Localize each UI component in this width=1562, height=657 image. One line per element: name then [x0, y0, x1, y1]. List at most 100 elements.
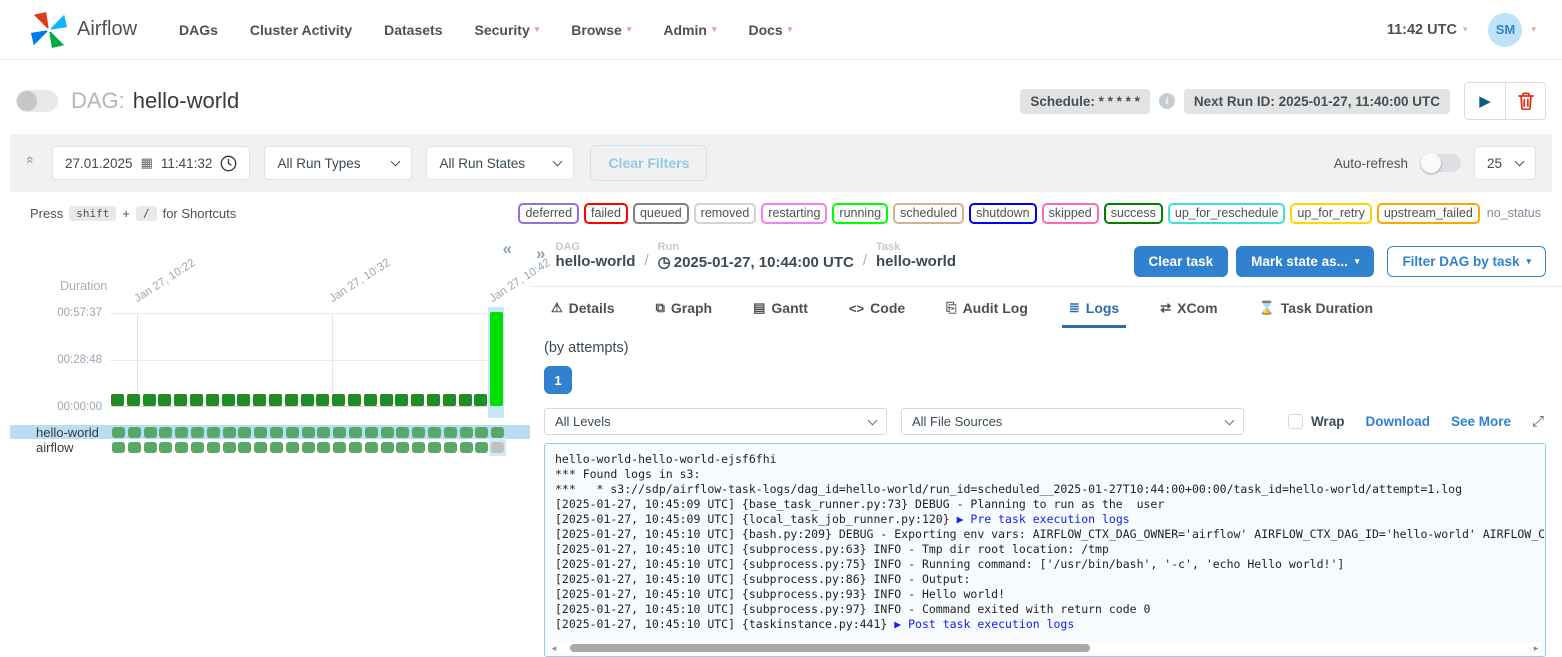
task-instance-cell-success[interactable] [238, 442, 251, 453]
task-instance-cell-success[interactable] [302, 427, 315, 438]
dag-run-bar[interactable] [459, 394, 472, 406]
task-instance-cell-success[interactable] [128, 427, 141, 438]
tab-audit-log[interactable]: ⎘Audit Log [939, 287, 1035, 328]
task-instance-cell-success[interactable] [428, 442, 441, 453]
dag-run-bar[interactable] [395, 394, 408, 406]
task-instance-cell-success[interactable] [460, 442, 473, 453]
task-instance-cell-success[interactable] [444, 442, 457, 453]
breadcrumb-task[interactable]: Task hello-world [876, 241, 956, 271]
task-row-airflow[interactable]: airflow [10, 440, 530, 454]
task-instance-cell-none[interactable] [491, 442, 504, 453]
task-instance-cell-success[interactable] [223, 442, 236, 453]
task-instance-cell-success[interactable] [333, 427, 346, 438]
task-instance-cell-success[interactable] [286, 442, 299, 453]
fullscreen-icon[interactable]: ⤢ [1532, 413, 1544, 430]
collapse-grid-icon[interactable]: « [503, 239, 512, 259]
dag-run-bar[interactable] [474, 394, 487, 406]
page-size-select[interactable]: 25 [1474, 146, 1536, 180]
tab-details[interactable]: ⚠Details [544, 287, 622, 328]
task-instance-cell-success[interactable] [349, 442, 362, 453]
task-instance-cell-success[interactable] [475, 442, 488, 453]
avatar[interactable]: SM [1488, 13, 1522, 47]
dag-run-bar[interactable] [174, 394, 187, 406]
dag-run-bar[interactable] [237, 394, 250, 406]
task-instance-cell-success[interactable] [175, 427, 188, 438]
task-instance-cell-success[interactable] [317, 427, 330, 438]
dag-run-bar[interactable] [143, 394, 156, 406]
scroll-left-icon[interactable]: ◂ [548, 643, 560, 654]
run-states-select[interactable]: All Run States [426, 146, 574, 180]
task-instance-cell-success[interactable] [254, 427, 267, 438]
task-instance-cell-success[interactable] [159, 427, 172, 438]
tab-logs[interactable]: ≣Logs [1062, 287, 1126, 328]
task-instance-cell-success[interactable] [317, 442, 330, 453]
task-row-hello-world[interactable]: hello-world [10, 425, 530, 439]
dag-run-bar[interactable] [253, 394, 266, 406]
nav-item-admin[interactable]: Admin▾ [663, 22, 716, 38]
info-icon[interactable]: i [1159, 93, 1175, 109]
log-levels-select[interactable]: All Levels [544, 408, 887, 435]
dag-run-bar[interactable] [364, 394, 377, 406]
auto-refresh-toggle[interactable] [1421, 154, 1461, 172]
delete-dag-button[interactable] [1505, 83, 1545, 119]
task-instance-cell-success[interactable] [302, 442, 315, 453]
run-types-select[interactable]: All Run Types [264, 146, 412, 180]
task-instance-cell-success[interactable] [270, 427, 283, 438]
task-instance-cell-success[interactable] [144, 442, 157, 453]
task-instance-cell-success[interactable] [191, 442, 204, 453]
task-instance-cell-success[interactable] [254, 442, 267, 453]
task-instance-cell-success[interactable] [333, 442, 346, 453]
log-group-link[interactable]: ▶ Pre task execution logs [957, 512, 1130, 526]
dag-run-bar[interactable] [443, 394, 456, 406]
task-instance-cell-success[interactable] [112, 442, 125, 453]
dag-run-bar[interactable] [316, 394, 329, 406]
clear-task-button[interactable]: Clear task [1134, 246, 1229, 277]
download-link[interactable]: Download [1365, 414, 1430, 429]
task-instance-cell-success[interactable] [460, 427, 473, 438]
tab-xcom[interactable]: ⇄XCom [1153, 287, 1224, 328]
task-instance-cell-success[interactable] [144, 427, 157, 438]
task-instance-cell-success[interactable] [412, 427, 425, 438]
dag-run-bar[interactable] [190, 394, 203, 406]
dag-run-bar[interactable] [301, 394, 314, 406]
task-instance-cell-success[interactable] [365, 442, 378, 453]
task-instance-cell-success[interactable] [412, 442, 425, 453]
dag-pause-toggle[interactable] [16, 90, 58, 112]
task-instance-cell-success[interactable] [475, 427, 488, 438]
see-more-link[interactable]: See More [1451, 414, 1511, 429]
task-instance-cell-success[interactable] [191, 427, 204, 438]
dag-run-bar[interactable] [269, 394, 282, 406]
task-instance-cell-success[interactable] [175, 442, 188, 453]
filter-dag-by-task-button[interactable]: Filter DAG by task▾ [1387, 246, 1546, 277]
task-instance-cell-success[interactable] [223, 427, 236, 438]
dag-run-bar[interactable] [490, 312, 503, 406]
mark-state-button[interactable]: Mark state as...▾ [1236, 246, 1374, 277]
scroll-right-icon[interactable]: ▸ [1530, 643, 1542, 654]
task-instance-cell-success[interactable] [396, 442, 409, 453]
task-instance-cell-success[interactable] [365, 427, 378, 438]
dag-run-bar[interactable] [332, 394, 345, 406]
breadcrumb-run[interactable]: Run ◷2025-01-27, 10:44:00 UTC [658, 241, 854, 271]
dag-run-bar[interactable] [427, 394, 440, 406]
date-time-input[interactable]: 27.01.2025 ▦ 11:41:32 [52, 146, 250, 180]
dag-run-bar[interactable] [206, 394, 219, 406]
task-instance-cell-success[interactable] [491, 427, 504, 438]
dag-run-bar[interactable] [380, 394, 393, 406]
dag-run-bar[interactable] [111, 394, 124, 406]
wrap-checkbox[interactable]: Wrap [1288, 414, 1345, 429]
file-sources-select[interactable]: All File Sources [901, 408, 1244, 435]
timezone-selector[interactable]: 11:42 UTC ▾ [1387, 22, 1468, 38]
dag-run-bar[interactable] [285, 394, 298, 406]
task-instance-cell-success[interactable] [428, 427, 441, 438]
task-instance-cell-success[interactable] [112, 427, 125, 438]
tab-task-duration[interactable]: ⌛Task Duration [1252, 287, 1381, 328]
trigger-dag-button[interactable]: ▶ [1465, 83, 1505, 119]
airflow-brand[interactable]: Airflow [30, 11, 137, 49]
dag-run-bar[interactable] [127, 394, 140, 406]
nav-item-browse[interactable]: Browse▾ [571, 22, 631, 38]
task-instance-cell-success[interactable] [207, 442, 220, 453]
task-instance-cell-success[interactable] [381, 427, 394, 438]
task-instance-cell-success[interactable] [396, 427, 409, 438]
tab-gantt[interactable]: ▤Gantt [746, 287, 815, 328]
dag-run-bar[interactable] [348, 394, 361, 406]
